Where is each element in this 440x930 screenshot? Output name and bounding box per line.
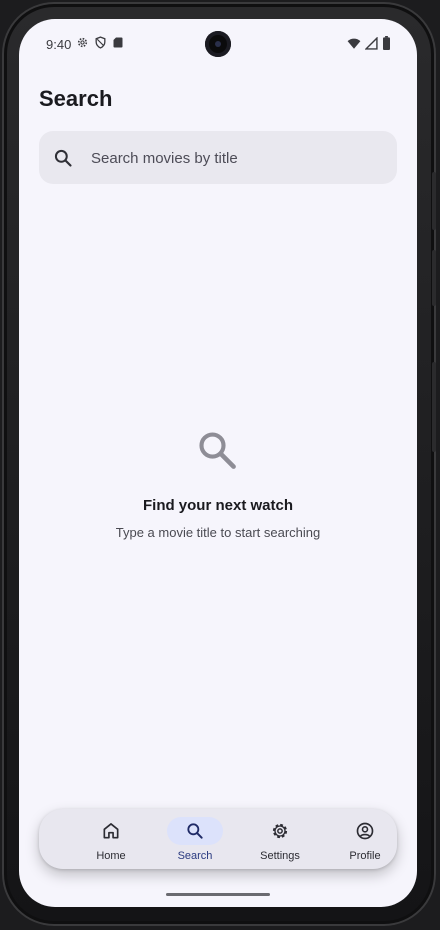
- gear-icon: [272, 823, 288, 839]
- power-button: [432, 362, 436, 452]
- wifi-icon: [347, 38, 361, 49]
- profile-icon: [356, 822, 374, 840]
- empty-state-subtitle: Type a movie title to start searching: [115, 525, 321, 540]
- volume-down-button: [432, 250, 436, 306]
- nav-label-profile: Profile: [349, 850, 381, 862]
- magnifier-icon: [199, 432, 236, 469]
- status-time: 9:40: [46, 37, 72, 52]
- empty-state: Find your next watch Type a movie title …: [19, 429, 417, 540]
- search-icon: [187, 823, 203, 839]
- nav-item-settings[interactable]: Settings: [240, 809, 320, 869]
- shield-icon: [95, 36, 106, 49]
- gesture-handle[interactable]: [166, 893, 270, 896]
- search-icon[interactable]: [53, 148, 73, 168]
- status-bar: 9:40: [19, 19, 417, 69]
- status-left-icons: [76, 36, 124, 49]
- sd-card-icon: [113, 37, 123, 48]
- settings-gear-icon: [77, 37, 88, 48]
- status-right-icons: [347, 36, 391, 50]
- search-bar[interactable]: [39, 131, 397, 186]
- nav-item-search[interactable]: Search: [155, 809, 235, 869]
- front-camera: [205, 31, 231, 57]
- empty-state-title: Find your next watch: [142, 497, 293, 514]
- nav-item-profile[interactable]: Profile: [325, 809, 405, 869]
- nav-item-home[interactable]: Home: [71, 809, 151, 869]
- battery-icon: [383, 36, 390, 50]
- nav-label-settings: Settings: [260, 850, 300, 862]
- page-title: Search: [39, 86, 113, 111]
- nav-label-home: Home: [96, 850, 126, 862]
- signal-icon: [365, 36, 378, 50]
- app-screen: 9:40 Search Search movies by title Find …: [19, 19, 417, 907]
- nav-label-search: Search: [177, 850, 213, 862]
- home-icon: [103, 823, 119, 839]
- bottom-navigation: Home Search Settings Profile: [39, 809, 397, 869]
- search-input[interactable]: [89, 131, 383, 186]
- volume-button: [432, 172, 436, 230]
